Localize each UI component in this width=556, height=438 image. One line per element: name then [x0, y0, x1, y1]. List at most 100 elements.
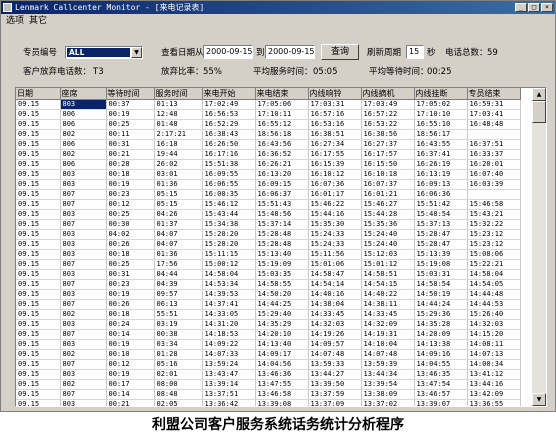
table-row[interactable]: 09.15 806 00:28 26:02 15:51:38 16:26:21 16:15:… — [16, 159, 521, 170]
table-cell: 14:18:53 — [202, 329, 256, 340]
close-button[interactable]: × — [541, 3, 553, 12]
maximize-button[interactable]: □ — [528, 3, 540, 12]
table-cell: 09.15 — [16, 189, 61, 200]
table-row[interactable]: 09.15 803 00:37 01:13 17:02:49 17:05:06 17:03:… — [16, 99, 521, 110]
table-row[interactable]: 09.15 802 00:18 55:51 14:33:05 15:29:40 14:33:… — [16, 309, 521, 320]
table-cell: 16:01:21 — [361, 189, 415, 200]
table-cell: 15:22:21 — [467, 259, 521, 270]
column-header[interactable]: 来电结束 — [255, 88, 309, 100]
column-header[interactable]: 内线挂断 — [414, 88, 468, 100]
table-cell: 807 — [60, 259, 107, 270]
table-cell: 807 — [60, 299, 107, 310]
table-row[interactable]: 09.15 807 00:30 01:37 15:34:38 15:37:14 15:35:… — [16, 219, 521, 230]
table-row[interactable]: 09.15 802 00:10 01:28 14:07:33 14:09:17 14:07:… — [16, 349, 521, 360]
vertical-scrollbar[interactable]: ▲ ▼ — [532, 88, 546, 406]
table-row[interactable]: 09.15 803 00:24 03:19 14:31:20 14:35:29 14:32:… — [16, 319, 521, 330]
column-header[interactable]: 日期 — [16, 88, 61, 100]
call-records-grid[interactable]: 日期 座席 等待时间 服务时间 来电开始 来电结束 内线响铃 内线摘机 内线挂断 专员结束 09.… — [15, 87, 547, 407]
title-bar[interactable]: Lenmark Callcenter Monitor - [来电记录表] _ □… — [1, 1, 555, 14]
table-cell: 19:44 — [154, 149, 203, 160]
table-cell: 13:59:24 — [202, 359, 256, 370]
table-cell: 17:05:06 — [255, 99, 309, 110]
column-header[interactable]: 座席 — [60, 88, 107, 100]
table-cell: 00:38 — [154, 329, 203, 340]
table-row[interactable]: 09.15 803 00:31 04:44 14:58:04 15:03:35 14:58:… — [16, 269, 521, 280]
table-cell: 13:39:54 — [361, 379, 415, 390]
table-cell: 00:31 — [106, 269, 155, 280]
scroll-thumb[interactable] — [532, 101, 546, 123]
table-cell: 802 — [60, 309, 107, 320]
column-header[interactable]: 内线摘机 — [361, 88, 415, 100]
date-to-label: 到 — [256, 48, 265, 58]
table-row[interactable]: 09.15 803 00:19 01:36 16:06:55 16:09:15 16:07:… — [16, 179, 521, 190]
table-row[interactable]: 09.15 803 00:18 03:01 16:09:55 16:13:20 16:10:… — [16, 169, 521, 180]
table-cell: 14:31:20 — [202, 319, 256, 330]
table-cell: 00:31 — [106, 139, 155, 150]
table-row[interactable]: 09.15 807 00:12 05:15 15:46:12 15:51:43 15:46:… — [16, 199, 521, 210]
date-to-field[interactable]: 2000-09-15 — [265, 45, 315, 59]
table-cell: 15:03:35 — [255, 269, 309, 280]
table-row[interactable]: 09.15 803 00:26 04:07 15:20:20 15:28:48 15:24:… — [16, 239, 521, 250]
table-cell: 00:19 — [106, 369, 155, 380]
table-cell: 16:38:43 — [202, 129, 256, 140]
table-cell: 18:56:18 — [255, 129, 309, 140]
table-row[interactable]: 09.15 803 00:19 03:34 14:09:22 14:13:40 14:09:… — [16, 339, 521, 350]
column-header[interactable]: 专员结束 — [467, 88, 521, 100]
table-cell: 08:00 — [154, 379, 203, 390]
table-cell: 13:38:09 — [361, 389, 415, 400]
table-cell: 16:17:57 — [361, 149, 415, 160]
table-cell: 17:05:02 — [414, 99, 468, 110]
menu-options[interactable]: 选项 — [4, 14, 26, 29]
date-from-field[interactable]: 2000-09-15 — [203, 45, 253, 59]
table-cell: 16:09:55 — [202, 169, 256, 180]
table-row[interactable]: 09.15 803 00:19 02:01 13:43:47 13:46:36 13:44:… — [16, 369, 521, 380]
column-header[interactable]: 服务时间 — [154, 88, 203, 100]
table-row[interactable]: 09.15 807 00:23 05:15 16:00:35 16:06:37 16:01:… — [16, 189, 521, 200]
table-row[interactable]: 09.15 807 00:25 17:56 15:00:12 15:19:09 15:01:… — [16, 259, 521, 270]
table-row[interactable]: 09.15 807 00:12 05:16 13:59:24 14:04:56 13:59:… — [16, 359, 521, 370]
table-row[interactable]: 09.15 803 00:21 02:05 13:36:42 13:39:08 13:37:… — [16, 399, 521, 406]
table-row[interactable]: 09.15 802 00:17 08:00 13:39:14 13:47:55 13:39:… — [16, 379, 521, 390]
table-row[interactable]: 09.15 807 00:14 00:38 14:18:53 14:20:10 14:19:… — [16, 329, 521, 340]
agent-select[interactable]: ALL ▼ — [65, 46, 143, 59]
table-cell: 13:46:57 — [414, 389, 468, 400]
table-cell: 26:02 — [154, 159, 203, 170]
table-cell: 00:18 — [106, 169, 155, 180]
table-row[interactable]: 09.15 807 00:23 04:39 14:53:34 14:58:55 14:54:… — [16, 279, 521, 290]
table-row[interactable]: 09.15 802 00:11 2:17:21 16:38:43 18:56:18 16:3… — [16, 129, 521, 140]
table-cell: 02:01 — [154, 369, 203, 380]
table-cell: 00:12 — [106, 199, 155, 210]
table-cell: 09.15 — [16, 149, 61, 160]
avg-wait-label: 平均等待时间： — [369, 67, 429, 77]
table-row[interactable]: 09.15 803 04:02 04:07 15:20:20 15:28:48 15:24:… — [16, 229, 521, 240]
table-row[interactable]: 09.15 803 00:25 04:26 15:43:44 15:48:56 15:44:… — [16, 209, 521, 220]
table-cell: 803 — [60, 249, 107, 260]
scroll-down-icon[interactable]: ▼ — [532, 393, 546, 406]
table-cell: 14:44:48 — [467, 289, 521, 300]
chevron-down-icon[interactable]: ▼ — [131, 47, 142, 58]
minimize-button[interactable]: _ — [515, 3, 527, 12]
column-header[interactable]: 来电开始 — [202, 88, 256, 100]
table-row[interactable]: 09.15 803 00:18 01:36 15:11:15 15:13:40 15:11:… — [16, 249, 521, 260]
table-row[interactable]: 09.15 807 00:14 08:48 13:37:51 13:46:58 13:37:… — [16, 389, 521, 400]
table-row[interactable]: 09.15 806 00:31 16:18 16:26:50 16:43:56 16:27:… — [16, 139, 521, 150]
table-row[interactable]: 09.15 807 00:26 06:13 14:37:41 14:44:25 14:38:… — [16, 299, 521, 310]
table-cell: 00:11 — [106, 129, 155, 140]
table-cell: 803 — [60, 99, 107, 110]
menu-other[interactable]: 其它 — [27, 14, 49, 29]
table-row[interactable]: 09.15 806 00:25 01:48 16:52:29 16:55:12 16:53:… — [16, 119, 521, 130]
column-header[interactable]: 内线响铃 — [308, 88, 362, 100]
query-button[interactable]: 查询 — [321, 44, 359, 60]
table-cell: 04:26 — [154, 209, 203, 220]
table-row[interactable]: 09.15 802 00:21 19:44 16:17:16 16:36:52 16:17:… — [16, 149, 521, 160]
table-row[interactable]: 09.15 803 00:19 09:57 14:39:53 14:50:20 14:40:… — [16, 289, 521, 300]
table-cell: 15:35:30 — [308, 219, 362, 230]
table-cell: 14:39:53 — [202, 289, 256, 300]
table-cell: 14:32:09 — [361, 319, 415, 330]
table-cell: 00:25 — [106, 119, 155, 130]
column-header[interactable]: 等待时间 — [106, 88, 155, 100]
table-cell: 803 — [60, 289, 107, 300]
scroll-up-icon[interactable]: ▲ — [532, 88, 546, 101]
refresh-field[interactable]: 15 — [406, 45, 424, 59]
table-row[interactable]: 09.15 806 00:19 12:48 16:56:53 17:10:11 16:57:… — [16, 109, 521, 120]
